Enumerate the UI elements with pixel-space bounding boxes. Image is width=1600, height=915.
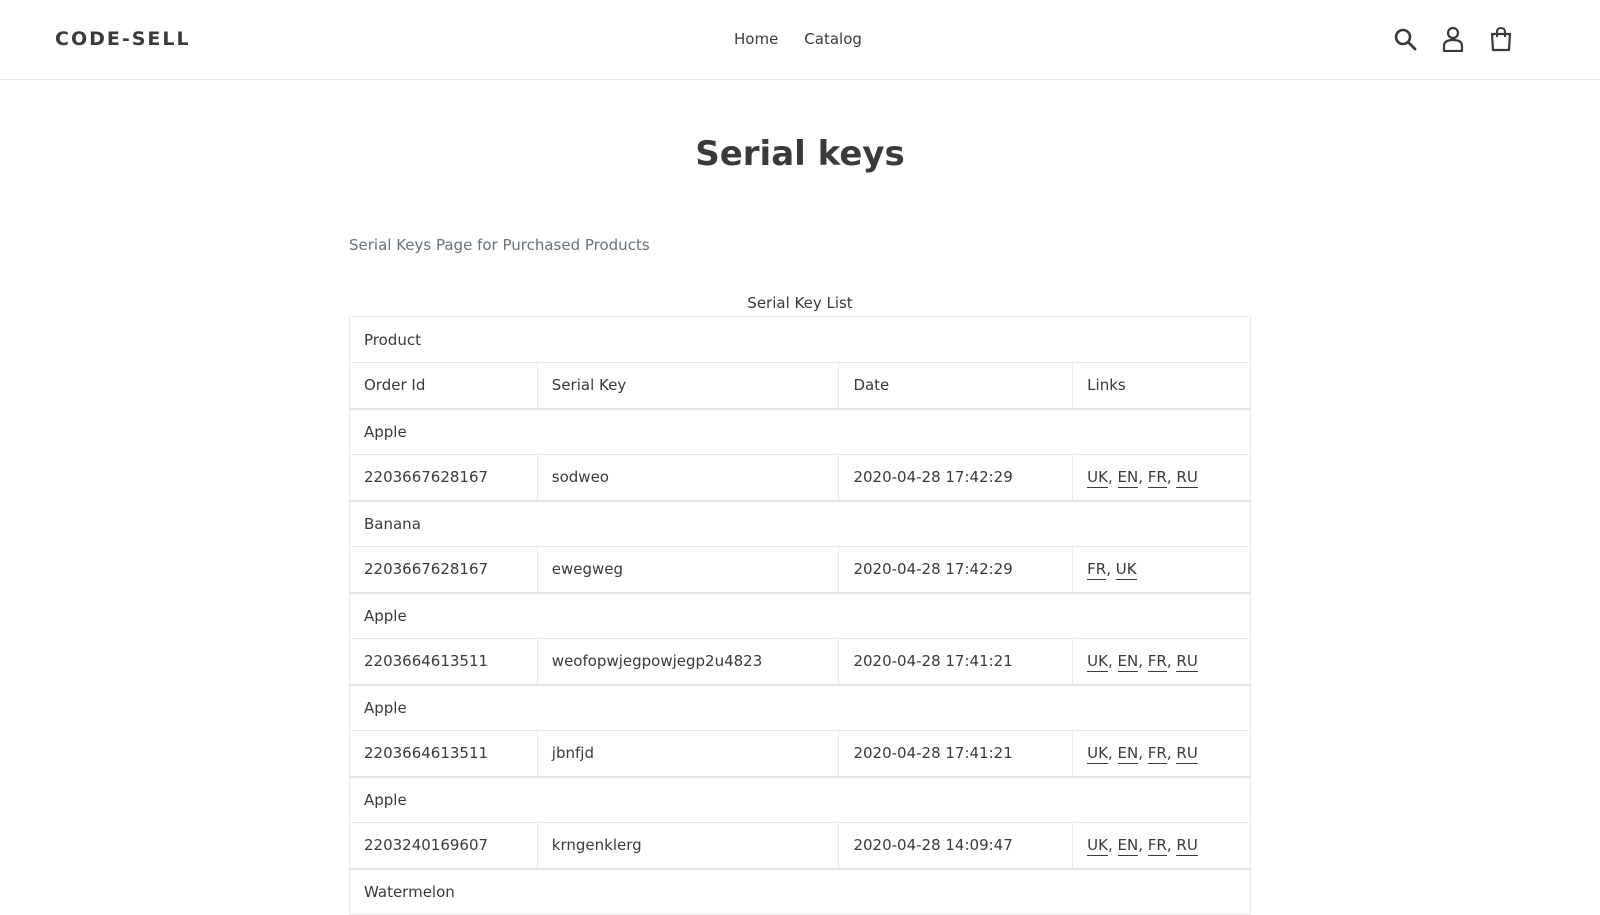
language-link[interactable]: UK <box>1087 468 1108 489</box>
links-cell: UK, EN, FR, RU <box>1072 822 1251 869</box>
language-link[interactable]: UK <box>1087 836 1108 857</box>
account-icon[interactable] <box>1440 24 1466 54</box>
language-link[interactable]: UK <box>1087 744 1108 765</box>
language-link[interactable]: FR <box>1147 836 1167 857</box>
table-row: 2203240169607 krngenklerg 2020-04-28 14:09… <box>349 822 1251 869</box>
table-caption: Serial Key List <box>747 294 853 312</box>
site-logo[interactable]: CODE-SELL <box>55 28 191 50</box>
date-cell: 2020-04-28 17:41:21 <box>838 730 1074 777</box>
product-name: Apple <box>349 407 1251 455</box>
language-link[interactable]: FR <box>1087 560 1107 581</box>
table-header-product-row: Product <box>349 316 1251 363</box>
product-row: Apple <box>349 775 1251 823</box>
order-id-cell: 2203664613511 <box>349 638 538 685</box>
order-id-cell: 2203664613511 <box>349 730 538 777</box>
header-date: Date <box>838 362 1074 409</box>
table-row: 2203667628167 ewegweg 2020-04-28 17:42:29 F… <box>349 546 1251 593</box>
date-cell: 2020-04-28 17:42:29 <box>838 546 1074 593</box>
links-cell: UK, EN, FR, RU <box>1072 454 1251 501</box>
order-id-cell: 2203240169607 <box>349 822 538 869</box>
serial-key-cell: jbnfjd <box>536 730 840 777</box>
serial-key-table: Product Order Id Serial Key Date Links A… <box>349 316 1251 915</box>
links-cell: UK, EN, FR, RU <box>1072 730 1251 777</box>
language-link[interactable]: EN <box>1117 744 1139 765</box>
main-nav: Home Catalog <box>734 30 862 48</box>
product-row: Apple <box>349 683 1251 731</box>
links-cell: UK, EN, FR, RU <box>1072 638 1251 685</box>
page-subtitle: Serial Keys Page for Purchased Products <box>349 236 650 254</box>
nav-home-link[interactable]: Home <box>734 30 778 48</box>
table-header-row: Order Id Serial Key Date Links <box>349 362 1251 409</box>
serial-key-cell: ewegweg <box>536 546 840 593</box>
links-cell: FR, UK <box>1072 546 1251 593</box>
language-link[interactable]: EN <box>1117 652 1139 673</box>
table-row: 2203664613511 weofopwjegpowjegp2u4823 2020… <box>349 638 1251 685</box>
product-name: Apple <box>349 591 1251 639</box>
search-icon[interactable] <box>1392 24 1418 54</box>
product-row: Apple <box>349 591 1251 639</box>
table-row: 2203667628167 sodweo 2020-04-28 17:42:29 UK… <box>349 454 1251 501</box>
product-row: Banana <box>349 499 1251 547</box>
language-link[interactable]: UK <box>1115 560 1137 581</box>
language-link[interactable]: RU <box>1176 468 1198 489</box>
product-name: Apple <box>349 683 1251 731</box>
nav-catalog-link[interactable]: Catalog <box>804 30 862 48</box>
product-name: Banana <box>349 499 1251 547</box>
date-cell: 2020-04-28 17:41:21 <box>838 638 1074 685</box>
product-row: Watermelon <box>349 867 1251 915</box>
date-cell: 2020-04-28 14:09:47 <box>838 822 1074 869</box>
language-link[interactable]: EN <box>1117 836 1139 857</box>
header-order-id: Order Id <box>349 362 538 409</box>
serial-key-cell: weofopwjegpowjegp2u4823 <box>536 638 840 685</box>
product-row: Apple <box>349 407 1251 455</box>
date-cell: 2020-04-28 17:42:29 <box>838 454 1074 501</box>
serial-key-cell: krngenklerg <box>536 822 840 869</box>
language-link[interactable]: RU <box>1176 652 1198 673</box>
language-link[interactable]: RU <box>1176 744 1198 765</box>
order-id-cell: 2203667628167 <box>349 546 538 593</box>
header-icons <box>1392 24 1514 54</box>
language-link[interactable]: FR <box>1147 468 1167 489</box>
header-serial-key: Serial Key <box>536 362 840 409</box>
language-link[interactable]: RU <box>1176 836 1198 857</box>
language-link[interactable]: FR <box>1147 744 1167 765</box>
serial-key-cell: sodweo <box>536 454 840 501</box>
order-id-cell: 2203667628167 <box>349 454 538 501</box>
page-title: Serial keys <box>695 134 905 174</box>
header-product: Product <box>349 316 1251 363</box>
cart-icon[interactable] <box>1488 24 1514 54</box>
product-name: Watermelon <box>349 867 1251 915</box>
language-link[interactable]: EN <box>1117 468 1139 489</box>
product-name: Apple <box>349 775 1251 823</box>
language-link[interactable]: UK <box>1087 652 1108 673</box>
language-link[interactable]: FR <box>1147 652 1167 673</box>
table-row: 2203664613511 jbnfjd 2020-04-28 17:41:21 UK… <box>349 730 1251 777</box>
header-links: Links <box>1072 362 1251 409</box>
site-header: CODE-SELL Home Catalog <box>0 0 1600 80</box>
